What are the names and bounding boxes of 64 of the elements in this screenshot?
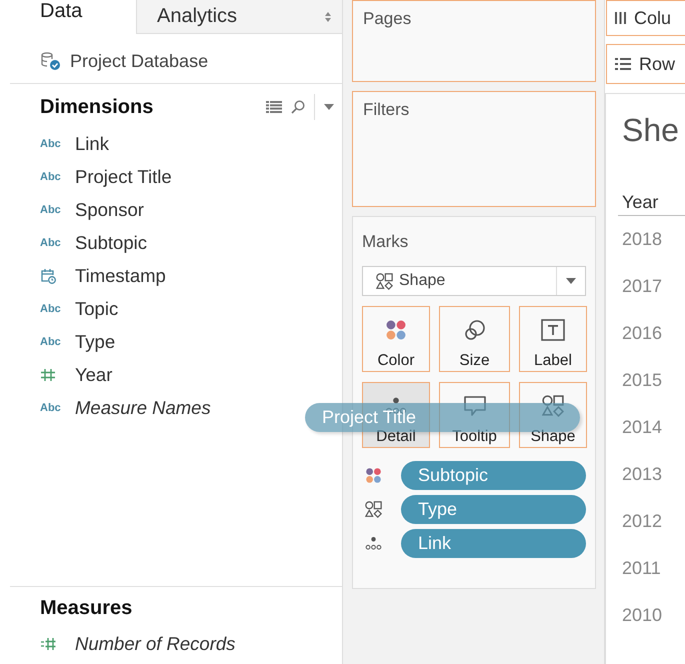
shelf-label: Row xyxy=(639,54,676,74)
hash-icon xyxy=(40,366,56,382)
marks-card-button[interactable]: Label xyxy=(519,306,587,372)
table-cell-text: 2016 xyxy=(622,322,664,345)
section-title: Measures xyxy=(40,597,132,620)
table-cell-text: 2013 xyxy=(622,463,664,486)
circles-icon xyxy=(464,319,486,341)
grid-view-icon xyxy=(266,101,282,113)
columns-icon xyxy=(615,12,626,24)
field-item[interactable]: Year xyxy=(75,364,112,386)
table-cell-text: 2018 xyxy=(622,228,664,251)
search-icon xyxy=(291,100,305,114)
shapes-icon xyxy=(376,272,393,290)
marks-card-button[interactable]: Color xyxy=(362,306,430,372)
text-box-icon xyxy=(541,319,565,341)
rows-shelf[interactable]: Row xyxy=(606,44,685,84)
type-label: Abc xyxy=(40,170,61,182)
table-cell-text: 2015 xyxy=(622,369,664,392)
type-label: Abc xyxy=(40,138,61,150)
type-label: Abc xyxy=(40,302,61,314)
rows-icon xyxy=(615,58,631,70)
type-label: Abc xyxy=(40,236,61,248)
four-dots-icon xyxy=(385,319,407,341)
shapes-icon xyxy=(365,501,382,518)
measure-hash-icon xyxy=(40,636,58,652)
database-icon xyxy=(40,51,62,71)
table-cell-text: 2011 xyxy=(622,557,662,580)
column-header: Year xyxy=(618,192,685,216)
field-item[interactable]: Project Title xyxy=(75,166,172,188)
table-cell-text: 2012 xyxy=(622,510,664,533)
four-dots-icon xyxy=(365,467,382,484)
calendar-clock-icon xyxy=(40,268,56,284)
mark-type-dropdown[interactable]: Shape xyxy=(362,266,586,296)
columns-shelf[interactable]: Colu xyxy=(606,0,685,36)
field-item[interactable]: Subtopic xyxy=(75,232,147,254)
field-item[interactable]: Topic xyxy=(75,298,118,320)
table-cell-text: 2017 xyxy=(622,275,664,298)
tab[interactable]: Analytics xyxy=(136,0,342,34)
type-label: Abc xyxy=(40,402,61,414)
field-item[interactable]: Type xyxy=(75,330,116,352)
dropdown-icon xyxy=(324,104,334,110)
data-source-name[interactable]: Project Database xyxy=(70,50,208,72)
table-cell-text: 2010 xyxy=(622,604,664,627)
field-item[interactable]: Timestamp xyxy=(75,264,166,286)
field-item[interactable]: Measure Names xyxy=(75,396,211,418)
shelf-title: Marks xyxy=(362,232,410,252)
type-label: Abc xyxy=(40,204,61,216)
dropdown-icon xyxy=(566,278,576,284)
field-item[interactable]: Number of Records xyxy=(75,632,236,654)
field-item[interactable]: Sponsor xyxy=(75,198,144,220)
dots-icon xyxy=(365,535,382,552)
section-title: Dimensions xyxy=(40,96,154,118)
sort-arrows-icon xyxy=(324,10,332,22)
pages-shelf[interactable]: Pages xyxy=(352,0,596,82)
type-label: Abc xyxy=(40,336,61,348)
tab[interactable]: Data xyxy=(0,0,136,34)
table-cell-text: 2014 xyxy=(622,416,664,439)
sheet-title: She xyxy=(622,112,680,150)
marks-card-button[interactable]: Size xyxy=(439,306,510,372)
field-item[interactable]: Link xyxy=(75,132,109,154)
shelf-title: Pages xyxy=(363,9,412,28)
filters-shelf[interactable]: Filters xyxy=(352,91,596,207)
shelf-label: Colu xyxy=(634,8,672,28)
shelf-title: Filters xyxy=(363,100,410,119)
